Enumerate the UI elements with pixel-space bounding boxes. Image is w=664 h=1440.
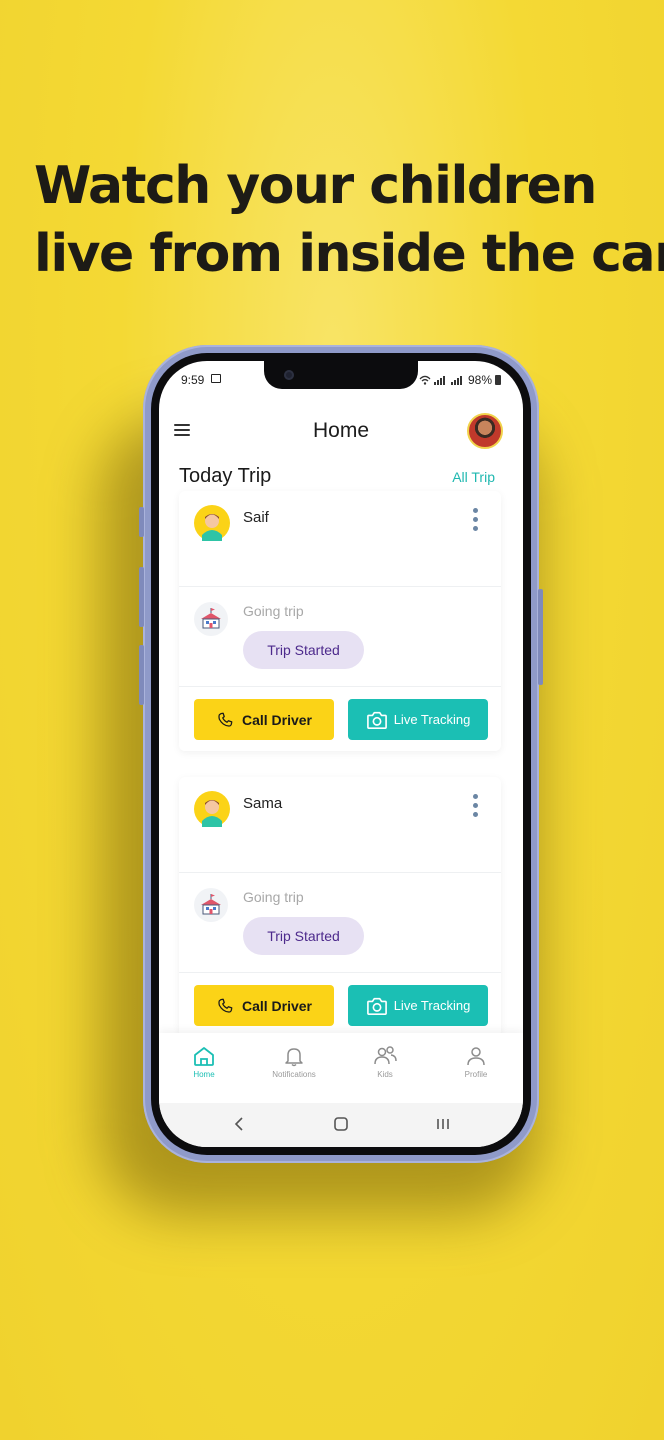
call-driver-button[interactable]: Call Driver <box>194 985 334 1026</box>
users-icon <box>374 1046 397 1065</box>
tab-home-label: Home <box>193 1070 215 1079</box>
tab-profile-label: Profile <box>464 1070 488 1079</box>
live-tracking-label: Live Tracking <box>393 712 471 727</box>
status-badge: Trip Started <box>243 631 364 669</box>
phone-icon <box>218 998 233 1013</box>
phone-volume-up <box>139 567 144 627</box>
kid-name: Saif <box>243 509 269 526</box>
app-screen: 9:59 98% Home Today Trip All Trip Saif G… <box>159 361 523 1147</box>
trip-card-header: Sama <box>179 777 501 873</box>
status-badge: Trip Started <box>243 917 364 955</box>
person-icon <box>467 1047 485 1066</box>
live-tracking-button[interactable]: Live Tracking <box>348 699 488 740</box>
section-title: Today Trip <box>179 465 272 487</box>
trip-type-label: Going trip <box>243 889 304 905</box>
camera-icon <box>366 997 387 1015</box>
avatar[interactable] <box>467 413 503 449</box>
trip-actions: Call Driver Live Tracking <box>179 973 501 1037</box>
tab-profile[interactable]: Profile <box>436 1045 516 1079</box>
trip-card: Sama Going trip Trip Started Call Driver… <box>179 777 501 1037</box>
phone-icon <box>218 712 233 727</box>
phone-side-button <box>139 507 144 537</box>
section-header: Today Trip All Trip <box>159 459 523 493</box>
bottom-nav: Home Notifications Kids Profile <box>159 1033 523 1103</box>
tab-notifications[interactable]: Notifications <box>254 1045 334 1079</box>
wifi-icon <box>419 375 431 385</box>
promo-headline: Watch your children live from inside the… <box>34 152 664 288</box>
kid-avatar-icon <box>194 505 230 541</box>
call-driver-label: Call Driver <box>241 711 313 728</box>
kid-avatar-icon <box>194 791 230 827</box>
trip-card: Saif Going trip Trip Started Call Driver… <box>179 491 501 751</box>
app-header: Home <box>159 401 523 461</box>
status-time: 9:59 <box>181 373 205 387</box>
live-tracking-button[interactable]: Live Tracking <box>348 985 488 1026</box>
headline-line-2: live from inside the car <box>34 224 664 284</box>
status-icons: 98% <box>419 373 501 387</box>
trip-type-label: Going trip <box>243 603 304 619</box>
headline-line-1: Watch your children <box>34 156 597 216</box>
signal-icon <box>433 375 445 385</box>
school-icon <box>194 602 228 636</box>
phone-notch <box>264 361 418 389</box>
gallery-icon <box>211 374 221 383</box>
call-driver-label: Call Driver <box>241 997 313 1014</box>
phone-frame: 9:59 98% Home Today Trip All Trip Saif G… <box>139 345 543 1163</box>
home-icon <box>194 1047 214 1066</box>
tab-kids[interactable]: Kids <box>345 1045 425 1079</box>
live-tracking-label: Live Tracking <box>393 998 471 1013</box>
school-icon <box>194 888 228 922</box>
phone-volume-down <box>139 645 144 705</box>
all-trip-link[interactable]: All Trip <box>452 469 495 485</box>
call-driver-button[interactable]: Call Driver <box>194 699 334 740</box>
battery-percent: 98% <box>467 373 492 387</box>
tab-notifications-label: Notifications <box>272 1070 316 1079</box>
back-icon[interactable] <box>233 1115 245 1133</box>
battery-icon <box>495 375 501 385</box>
kid-name: Sama <box>243 795 283 812</box>
tab-kids-label: Kids <box>377 1070 393 1079</box>
more-vertical-icon[interactable] <box>471 794 479 818</box>
camera-icon <box>284 370 294 380</box>
bell-icon <box>285 1048 303 1067</box>
recents-icon[interactable] <box>435 1115 451 1133</box>
more-vertical-icon[interactable] <box>471 508 479 532</box>
home-button-icon[interactable] <box>333 1115 349 1133</box>
phone-power-button <box>538 589 543 685</box>
signal-icon-2 <box>450 375 462 385</box>
system-nav-bar <box>159 1103 523 1147</box>
camera-icon <box>366 711 387 729</box>
trip-info: Going trip Trip Started <box>179 873 501 973</box>
trip-actions: Call Driver Live Tracking <box>179 687 501 751</box>
trip-info: Going trip Trip Started <box>179 587 501 687</box>
tab-home[interactable]: Home <box>164 1045 244 1079</box>
trip-card-header: Saif <box>179 491 501 587</box>
